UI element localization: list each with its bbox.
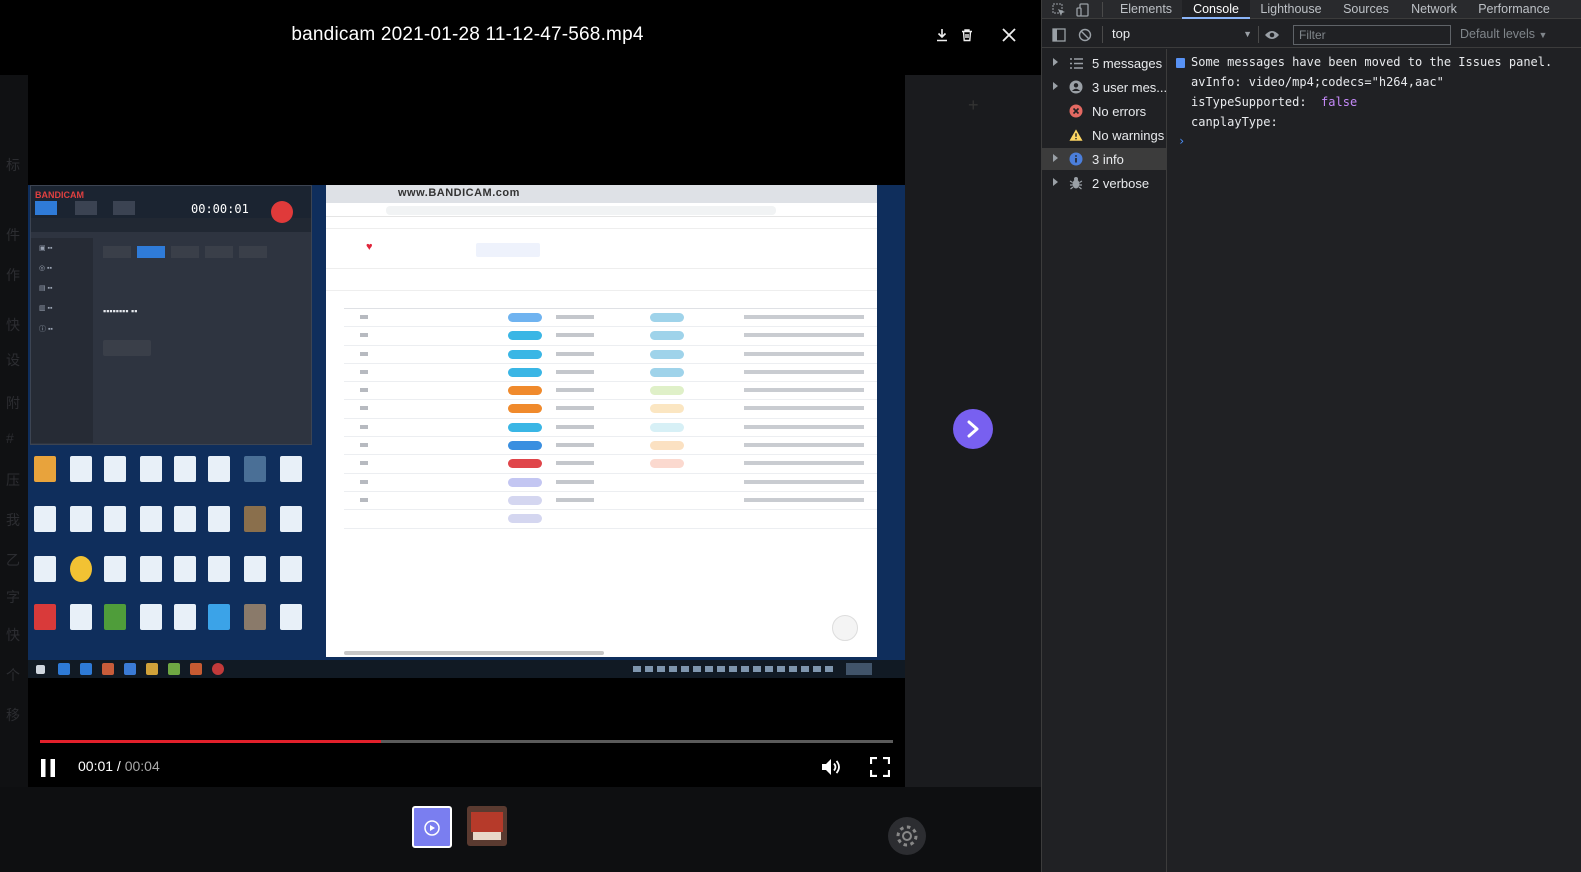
sidebar-item-label: 3 info (1092, 152, 1124, 167)
console-message-istypesupported: isTypeSupported: false (1191, 95, 1357, 109)
filter-input[interactable] (1293, 25, 1451, 45)
sidebar-item-label: No errors (1092, 104, 1147, 119)
sidebar-item-messages[interactable]: 5 messages (1042, 52, 1166, 74)
download-icon[interactable] (931, 24, 953, 46)
thumbnail-image[interactable] (467, 806, 507, 846)
sidebar-item-label: 3 user mes... (1092, 80, 1168, 95)
eye-icon[interactable] (1264, 27, 1280, 42)
next-item-button[interactable] (953, 409, 993, 449)
browser-window-snapshot: www.BANDICAM.com ♥ (326, 185, 877, 657)
play-circle-icon (424, 820, 440, 836)
gear-icon (896, 825, 918, 847)
expand-arrow-icon (1053, 82, 1058, 90)
issues-info-icon (1176, 58, 1185, 68)
console-prompt[interactable]: › (1178, 134, 1185, 148)
log-levels-label: Default levels (1460, 27, 1536, 41)
playback-time: 00:01 / 00:04 (78, 758, 160, 774)
chevron-right-icon (967, 420, 979, 438)
error-icon (1069, 104, 1083, 118)
list-icon (1069, 56, 1083, 70)
delete-icon[interactable] (956, 24, 978, 46)
video-player[interactable]: BANDICAM 00:00:01 ▣ ▪▪ ◎ ▪▪ ▤ ▪▪ ▥ ▪▪ ⓘ ▪▪ (28, 75, 905, 787)
tab-lighthouse[interactable]: Lighthouse (1252, 0, 1330, 19)
sidebar-item-info[interactable]: 3 info (1042, 148, 1166, 170)
console-message-issues: Some messages have been moved to the Iss… (1191, 55, 1553, 69)
tab-console[interactable]: Console (1182, 0, 1250, 19)
video-viewer-overlay: 标件作 快设附 # 压我 乙字快 个移 + bandicam 2021-01-28… (0, 0, 1041, 872)
dimmed-background-left: 标件作 快设附 # 压我 乙字快 个移 (0, 75, 28, 872)
current-time: 00:01 (78, 758, 114, 774)
expand-arrow-icon (1053, 58, 1058, 66)
bug-icon (1069, 176, 1083, 190)
tab-elements[interactable]: Elements (1112, 0, 1180, 19)
expand-arrow-icon (1053, 154, 1058, 162)
dropdown-caret-icon: ▼ (1538, 30, 1548, 40)
info-icon (1069, 152, 1083, 166)
user-icon (1069, 80, 1083, 94)
console-toolbar: top ▼ Default levels ▼ (1042, 22, 1581, 48)
spreadsheet-grid (344, 289, 877, 529)
progress-bar[interactable] (40, 740, 893, 743)
desktop-icons-snapshot (32, 450, 324, 660)
console-message-avinfo: avInfo: video/mp4;codecs="h264,aac" (1191, 75, 1444, 89)
thumbnail-strip (0, 787, 1041, 872)
pause-icon[interactable] (36, 757, 60, 779)
device-toggle-icon[interactable] (1075, 2, 1091, 17)
video-frame: BANDICAM 00:00:01 ▣ ▪▪ ◎ ▪▪ ▤ ▪▪ ▥ ▪▪ ⓘ ▪▪ (28, 185, 905, 678)
fullscreen-icon[interactable] (868, 756, 892, 778)
dropdown-caret-icon: ▼ (1243, 29, 1252, 39)
console-message-canplaytype: canplayType: (1191, 115, 1278, 129)
tab-sources[interactable]: Sources (1332, 0, 1400, 19)
sidebar-toggle-icon[interactable] (1051, 27, 1067, 42)
close-icon[interactable] (998, 24, 1020, 46)
viewer-header: bandicam 2021-01-28 11-12-47-568.mp4 (0, 0, 1041, 75)
settings-button[interactable] (888, 817, 926, 855)
sidebar-item-label: No warnings (1092, 128, 1165, 143)
console-output: Some messages have been moved to the Iss… (1168, 49, 1581, 872)
clear-console-icon[interactable] (1077, 27, 1093, 42)
sidebar-item-verbose[interactable]: 2 verbose (1042, 172, 1166, 194)
inspect-element-icon[interactable] (1051, 2, 1067, 17)
record-stop-icon (271, 201, 293, 223)
sidebar-item-label: 5 messages (1092, 56, 1163, 71)
console-value-false: false (1321, 95, 1358, 109)
devtools-panel: Elements Console Lighthouse Sources Netw… (1041, 0, 1581, 872)
recorder-timer: 00:00:01 (191, 202, 249, 216)
recorder-logo: BANDICAM (35, 190, 84, 200)
video-file-title: bandicam 2021-01-28 11-12-47-568.mp4 (291, 24, 644, 45)
devtools-tab-bar: Elements Console Lighthouse Sources Netw… (1042, 0, 1581, 19)
warning-icon (1069, 128, 1083, 142)
taskbar-snapshot (28, 660, 905, 678)
console-key: isTypeSupported: (1191, 95, 1307, 109)
console-sidebar: 5 messages 3 user mes... No errors No wa… (1042, 49, 1167, 872)
time-separator: / (113, 758, 125, 774)
context-selector[interactable]: top ▼ (1112, 25, 1252, 43)
thumbnail-video[interactable] (412, 806, 452, 848)
sidebar-item-user-messages[interactable]: 3 user mes... (1042, 76, 1168, 98)
sidebar-item-errors[interactable]: No errors (1042, 100, 1166, 122)
context-label: top (1112, 26, 1131, 41)
sidebar-item-label: 2 verbose (1092, 176, 1150, 191)
volume-icon[interactable] (820, 756, 844, 778)
recorder-window-snapshot: BANDICAM 00:00:01 ▣ ▪▪ ◎ ▪▪ ▤ ▪▪ ▥ ▪▪ ⓘ ▪▪ (30, 185, 312, 445)
bandicam-watermark: www.BANDICAM.com (398, 187, 520, 199)
progress-bar-fill (40, 740, 382, 743)
total-time: 00:04 (124, 758, 160, 774)
tab-network[interactable]: Network (1402, 0, 1466, 19)
log-levels-dropdown[interactable]: Default levels ▼ (1460, 25, 1547, 43)
sidebar-item-warnings[interactable]: No warnings (1042, 124, 1166, 146)
dimmed-background-right: + (905, 75, 1041, 872)
tab-performance[interactable]: Performance (1470, 0, 1558, 19)
expand-arrow-icon (1053, 178, 1058, 186)
